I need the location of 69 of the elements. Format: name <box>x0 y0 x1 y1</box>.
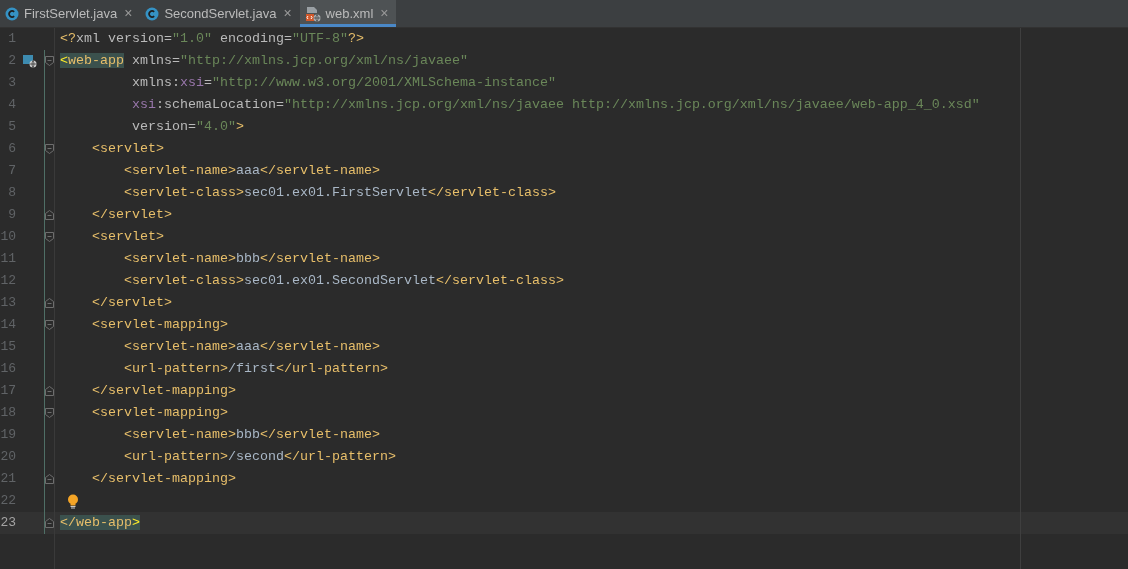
line-number: 20 <box>0 448 16 467</box>
code-line: </servlet> <box>91 206 172 224</box>
line-number: 9 <box>7 206 16 225</box>
line-number: 6 <box>7 140 16 159</box>
code-line: <servlet> <box>91 228 164 246</box>
tab-label: SecondServlet.java <box>164 4 277 23</box>
line-number: 4 <box>7 96 16 115</box>
fold-icon[interactable] <box>45 144 54 154</box>
line-number: 23 <box>0 514 16 533</box>
code-line: <url-pattern>/first</url-pattern> <box>123 360 388 378</box>
code-line: </servlet-mapping> <box>91 382 236 400</box>
fold-icon[interactable] <box>45 232 54 242</box>
close-icon[interactable]: × <box>124 3 133 24</box>
line-number: 13 <box>0 294 16 313</box>
fold-icon[interactable] <box>45 56 54 66</box>
line-number: 2 <box>7 52 16 71</box>
line-number: 8 <box>7 184 16 203</box>
code-line: <web-app xmlns="http://xmlns.jcp.org/xml/ns/javaee" <box>60 52 468 70</box>
code-line: <?xml version="1.0" encoding="UTF-8"?> <box>60 30 364 48</box>
fold-icon[interactable] <box>45 298 54 308</box>
fold-icon[interactable] <box>45 210 54 220</box>
line-number: 10 <box>0 228 16 247</box>
code-line: <url-pattern>/second</url-pattern> <box>123 448 396 466</box>
xml-file-icon <box>304 5 321 22</box>
tab-label: web.xml <box>325 4 374 23</box>
fold-icon[interactable] <box>45 518 54 528</box>
close-icon[interactable]: × <box>380 3 389 24</box>
fold-icon[interactable] <box>45 408 54 418</box>
fold-icon[interactable] <box>45 474 54 484</box>
lightbulb-icon[interactable] <box>67 493 79 509</box>
line-number: 21 <box>0 470 16 489</box>
line-number: 15 <box>0 338 16 357</box>
editor-tab[interactable]: SecondServlet.java × <box>140 0 300 27</box>
line-number: 22 <box>0 492 16 511</box>
line-number: 3 <box>7 74 16 93</box>
code-line: <servlet-class>sec01.ex01.SecondServlet</servlet-class> <box>123 272 564 290</box>
editor-tab[interactable]: FirstServlet.java × <box>0 0 141 27</box>
fold-icon[interactable] <box>45 320 54 330</box>
line-number: 12 <box>0 272 16 291</box>
code-line: </web-app> <box>60 514 140 532</box>
code-line: <servlet-name>bbb</servlet-name> <box>123 250 380 268</box>
line-number: 5 <box>7 118 16 137</box>
line-number: 11 <box>0 250 16 269</box>
line-number: 17 <box>0 382 16 401</box>
line-number: 14 <box>0 316 16 335</box>
line-number: 16 <box>0 360 16 379</box>
code-line: xsi:schemaLocation="http://xmlns.jcp.org/xml/ns/javaee http://xmlns.jcp.org/xml/ns/javaee/web-app_4_0.xsd" <box>130 96 980 114</box>
line-number: 1 <box>7 30 16 49</box>
tab-label: FirstServlet.java <box>24 4 118 23</box>
code-line: </servlet> <box>91 294 172 312</box>
code-line: <servlet-name>bbb</servlet-name> <box>123 426 380 444</box>
line-number: 7 <box>7 162 16 181</box>
code-line: <servlet-class>sec01.ex01.FirstServlet</servlet-class> <box>123 184 556 202</box>
web-module-icon[interactable] <box>23 54 37 68</box>
code-line: <servlet-name>aaa</servlet-name> <box>123 338 380 356</box>
code-line: </servlet-mapping> <box>91 470 236 488</box>
class-icon <box>5 6 19 21</box>
line-number: 18 <box>0 404 16 423</box>
code-line: <servlet-name>aaa</servlet-name> <box>123 162 380 180</box>
class-icon <box>145 6 160 21</box>
code-line: <servlet-mapping> <box>91 316 228 334</box>
code-line: <servlet-mapping> <box>91 404 228 422</box>
code-line: version="4.0"> <box>130 118 244 136</box>
close-icon[interactable]: × <box>283 3 292 24</box>
code-line: xmlns:xsi="http://www.w3.org/2001/XMLSchema-instance" <box>130 74 556 92</box>
fold-icon[interactable] <box>45 386 54 396</box>
editor-tab[interactable]: web.xml × <box>299 0 397 27</box>
line-number: 19 <box>0 426 16 445</box>
code-line: <servlet> <box>91 140 164 158</box>
